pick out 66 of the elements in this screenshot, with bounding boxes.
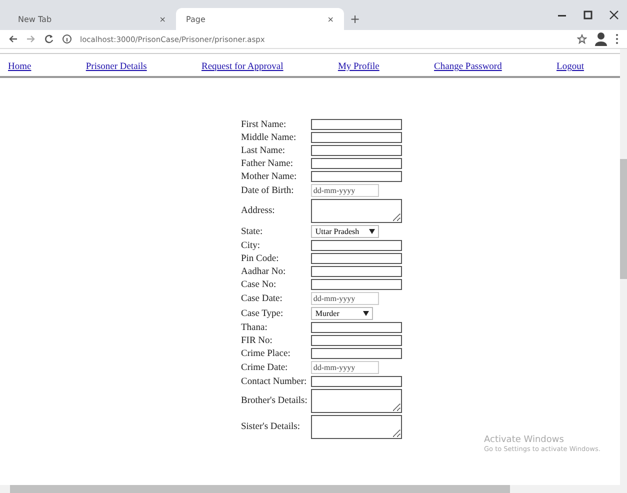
field-label: Last Name: — [241, 146, 286, 156]
field-label: Middle Name: — [241, 132, 296, 142]
field-label: Crime Date: — [241, 362, 288, 372]
field-label: Sister's Details: — [241, 422, 300, 432]
field-label: Thana: — [241, 322, 268, 332]
avatar-icon[interactable] — [595, 32, 607, 46]
input-field[interactable] — [311, 335, 402, 346]
maximize-icon[interactable] — [583, 10, 593, 20]
input-field[interactable] — [311, 119, 402, 130]
close-icon[interactable] — [609, 10, 619, 20]
input-field[interactable] — [311, 266, 402, 277]
field-label: Mother Name: — [241, 172, 297, 182]
input-field[interactable] — [311, 145, 402, 156]
dropdown[interactable]: Uttar Pradesh — [311, 225, 380, 238]
close-icon[interactable]: × — [327, 14, 334, 24]
reload-icon[interactable] — [44, 34, 54, 44]
nav-link[interactable]: Logout — [556, 62, 584, 72]
new-tab-button[interactable]: + — [350, 8, 360, 30]
nav-link[interactable]: Prisoner Details — [86, 62, 147, 72]
field-label: City: — [241, 240, 260, 250]
field-label: State: — [241, 226, 263, 236]
nav-link[interactable]: My Profile — [338, 62, 380, 72]
input-field[interactable] — [311, 279, 402, 290]
date-field[interactable]: dd-mm-yyyy — [311, 292, 380, 305]
field-label: FIR No: — [241, 336, 272, 346]
field-label: First Name: — [241, 120, 286, 130]
text-area[interactable] — [311, 199, 402, 223]
vertical-scrollbar[interactable] — [620, 49, 627, 485]
horizontal-scrollbar[interactable] — [0, 485, 627, 493]
input-field[interactable] — [311, 132, 402, 143]
field-label: Contact Number: — [241, 376, 307, 386]
field-label: Case Type: — [241, 308, 284, 318]
menu-icon[interactable] — [615, 33, 619, 45]
input-field[interactable] — [311, 240, 402, 251]
field-label: Date of Birth: — [241, 186, 294, 196]
input-field[interactable] — [311, 171, 402, 182]
nav-link[interactable]: Home — [8, 62, 32, 72]
field-label: Address: — [241, 206, 275, 216]
input-field[interactable] — [311, 322, 402, 333]
info-icon — [62, 34, 72, 44]
field-label: Crime Place: — [241, 348, 290, 358]
watermark-title: Activate Windows — [484, 435, 565, 445]
browser-tab[interactable]: Page × — [176, 8, 344, 30]
star-icon[interactable] — [577, 34, 587, 44]
date-field[interactable]: dd-mm-yyyy — [311, 184, 380, 197]
field-label: Brother's Details: — [241, 396, 308, 406]
browser-tab[interactable]: New Tab × — [8, 8, 176, 30]
input-field[interactable] — [311, 376, 402, 387]
caret-icon — [363, 311, 370, 316]
field-label: Case Date: — [241, 294, 282, 304]
field-label: Aadhar No: — [241, 266, 286, 276]
nav-link[interactable]: Request for Approval — [201, 62, 284, 72]
back-icon[interactable] — [8, 34, 18, 44]
field-label: Pin Code: — [241, 254, 279, 264]
date-field[interactable]: dd-mm-yyyy — [311, 361, 380, 374]
input-field[interactable] — [311, 253, 402, 264]
field-label: Father Name: — [241, 158, 293, 168]
dropdown[interactable]: Murder — [311, 307, 374, 320]
text-area[interactable] — [311, 389, 402, 413]
caret-icon — [369, 229, 376, 234]
text-area[interactable] — [311, 415, 402, 439]
input-field[interactable] — [311, 348, 402, 359]
field-label: Case No: — [241, 280, 276, 290]
nav-link[interactable]: Change Password — [434, 62, 502, 72]
close-icon[interactable]: × — [159, 14, 166, 24]
input-field[interactable] — [311, 158, 402, 169]
